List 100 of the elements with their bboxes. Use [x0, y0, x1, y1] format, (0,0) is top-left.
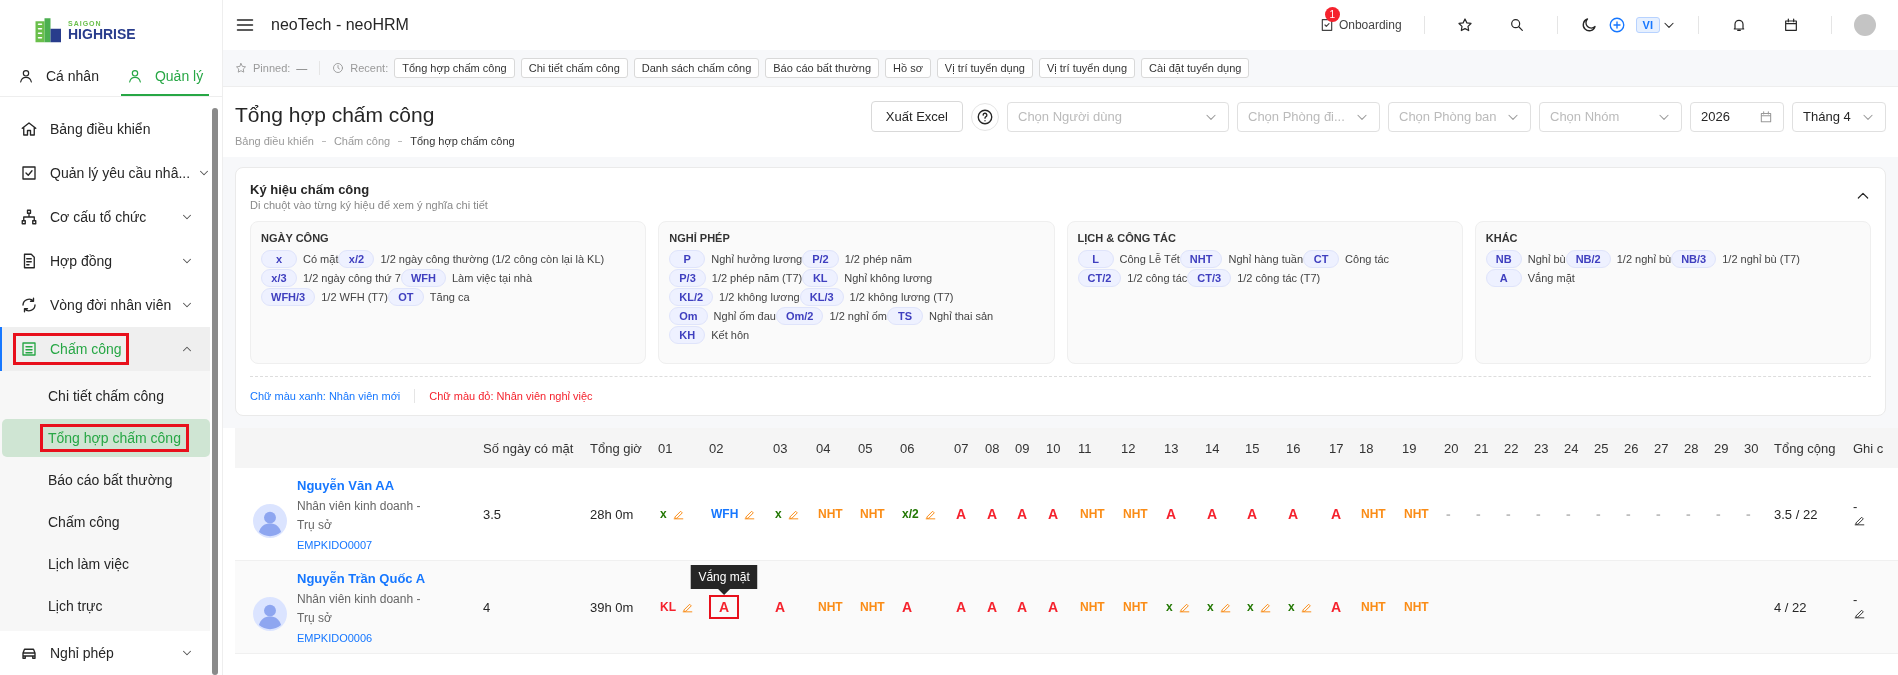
- attendance-code[interactable]: KL: [658, 598, 678, 616]
- symbol-tag[interactable]: CT: [1303, 250, 1340, 268]
- symbol-tag[interactable]: WFH/3: [261, 288, 316, 306]
- attendance-code[interactable]: A: [1015, 504, 1030, 524]
- symbol-tag[interactable]: NB/2: [1565, 250, 1611, 268]
- symbol-tag[interactable]: WFH: [400, 269, 446, 287]
- symbol-tag[interactable]: x: [261, 250, 297, 268]
- symbol-tag[interactable]: L: [1077, 250, 1114, 268]
- submenu-item[interactable]: Lịch làm việc: [2, 545, 210, 583]
- star-icon[interactable]: [1456, 17, 1473, 33]
- symbol-tag[interactable]: x/2: [338, 250, 375, 268]
- attendance-code[interactable]: A: [1015, 597, 1030, 617]
- add-icon[interactable]: [1607, 16, 1626, 34]
- symbol-meaning: Có mặt: [303, 253, 339, 265]
- export-button[interactable]: Xuất Excel: [870, 101, 963, 132]
- recent-page-chip[interactable]: Vị trí tuyển dụng: [936, 58, 1033, 78]
- attendance-code[interactable]: A: [1329, 597, 1344, 617]
- attendance-code[interactable]: A: [1205, 504, 1220, 524]
- column-header: 21: [1468, 428, 1498, 468]
- symbol-tag[interactable]: A: [1485, 269, 1522, 287]
- submenu-item[interactable]: Chi tiết chấm công: [2, 377, 210, 415]
- recent-page-chip[interactable]: Cài đặt tuyển dụng: [1141, 58, 1250, 78]
- bell-icon[interactable]: [1731, 17, 1747, 33]
- select-field[interactable]: Tháng 4: [1792, 101, 1886, 132]
- symbol-tag[interactable]: KL: [802, 269, 839, 287]
- menu-item[interactable]: Vòng đời nhân viên: [0, 283, 210, 327]
- sidebar-tab[interactable]: Quản lý: [120, 68, 210, 96]
- logo-text: HIGHRISE: [68, 27, 136, 42]
- attendance-code[interactable]: A: [954, 504, 969, 524]
- menu-item[interactable]: Nghỉ phép: [0, 631, 210, 675]
- calendar-icon[interactable]: [1783, 17, 1799, 33]
- recent-page-chip[interactable]: Tổng hợp chấm công: [394, 58, 515, 78]
- menu-item[interactable]: Quản lý yêu cầu nhâ...: [0, 151, 210, 195]
- sidebar-tab[interactable]: Cá nhân: [12, 68, 105, 96]
- symbol-tag[interactable]: CT/3: [1187, 269, 1232, 287]
- group-title: LỊCH & CÔNG TÁC: [1077, 232, 1177, 244]
- symbol-tag[interactable]: KH: [669, 326, 706, 344]
- attendance-code[interactable]: x: [1245, 598, 1256, 616]
- submenu-item[interactable]: Chấm công: [2, 503, 210, 541]
- menu-item[interactable]: Bảng điều khiển: [0, 107, 210, 151]
- date-field[interactable]: 2026: [1690, 101, 1784, 132]
- recent-page-chip[interactable]: Hồ sơ: [885, 58, 931, 78]
- employee-name[interactable]: Nguyễn Văn AA: [297, 477, 427, 493]
- home-icon: [20, 120, 38, 138]
- symbol-tag[interactable]: NHT: [1179, 250, 1223, 268]
- attendance-code[interactable]: A: [900, 597, 915, 617]
- symbol-tag[interactable]: Om: [669, 307, 708, 325]
- column-header: 09: [1009, 428, 1040, 468]
- breadcrumb-link[interactable]: Chấm công: [333, 135, 391, 147]
- symbol-tag[interactable]: x/3: [261, 269, 297, 287]
- column-header: 24: [1558, 428, 1588, 468]
- menu-item[interactable]: Hợp đồng: [0, 239, 210, 283]
- symbol-tag[interactable]: KL/3: [799, 288, 844, 306]
- scrollbar[interactable]: [212, 108, 218, 675]
- symbol-tag[interactable]: CT/2: [1077, 269, 1122, 287]
- attendance-code[interactable]: A: [985, 504, 1000, 524]
- symbol-tag[interactable]: TS: [886, 307, 923, 325]
- star-icon: [235, 62, 247, 74]
- attendance-code[interactable]: x: [1164, 598, 1175, 616]
- attendance-code[interactable]: A: [709, 595, 740, 619]
- symbol-tag[interactable]: P/3: [669, 269, 706, 287]
- attendance-code[interactable]: A: [954, 597, 969, 617]
- symbol-tag[interactable]: NB: [1485, 250, 1522, 268]
- column-header: 02: [703, 428, 767, 468]
- attendance-code[interactable]: A: [1046, 504, 1061, 524]
- attendance-code[interactable]: WFH: [709, 505, 741, 523]
- attendance-code[interactable]: x: [658, 505, 669, 523]
- checkbox-icon: [20, 164, 38, 182]
- recent-page-chip[interactable]: Vị trí tuyển dụng: [1038, 58, 1136, 78]
- symbol-meaning: Vắng mặt: [1527, 272, 1575, 284]
- attendance-code[interactable]: x: [1205, 598, 1216, 616]
- symbol-tag[interactable]: P/2: [802, 250, 839, 268]
- attendance-code[interactable]: A: [1164, 504, 1179, 524]
- attendance-code[interactable]: x: [773, 505, 784, 523]
- attendance-code[interactable]: A: [1245, 504, 1260, 524]
- menu-item[interactable]: Cơ cấu tổ chức: [0, 195, 210, 239]
- attendance-code[interactable]: A: [1329, 504, 1344, 524]
- attendance-code[interactable]: A: [985, 597, 1000, 617]
- column-header: 08: [979, 428, 1009, 468]
- submenu-item[interactable]: Báo cáo bất thường: [2, 461, 210, 499]
- symbol-tag[interactable]: P: [669, 250, 706, 268]
- symbol-tag[interactable]: OT: [387, 288, 424, 306]
- attendance-code[interactable]: A: [1046, 597, 1061, 617]
- recent-page-chip[interactable]: Báo cáo bất thường: [765, 58, 879, 78]
- menu-item[interactable]: Chấm công: [0, 327, 210, 371]
- attendance-code[interactable]: A: [1286, 504, 1301, 524]
- attendance-code[interactable]: A: [773, 597, 788, 617]
- employee-name[interactable]: Nguyễn Trần Quốc A: [297, 570, 427, 586]
- symbol-tag[interactable]: KL/2: [669, 288, 714, 306]
- submenu-item[interactable]: Lịch trực: [2, 587, 210, 625]
- symbol-meaning: 1/2 nghỉ ốm: [829, 310, 887, 322]
- attendance-code[interactable]: x/2: [900, 505, 921, 523]
- search-icon[interactable]: [1508, 17, 1525, 33]
- symbol-tag[interactable]: Om/2: [775, 307, 824, 325]
- column-header: 28: [1678, 428, 1708, 468]
- recent-page-chip[interactable]: Danh sách chấm công: [633, 58, 760, 78]
- recent-page-chip[interactable]: Chi tiết chấm công: [520, 58, 628, 78]
- symbol-tag[interactable]: NB/3: [1671, 250, 1717, 268]
- attendance-code[interactable]: x: [1286, 598, 1297, 616]
- breadcrumb-link[interactable]: Bảng điều khiển: [235, 135, 314, 147]
